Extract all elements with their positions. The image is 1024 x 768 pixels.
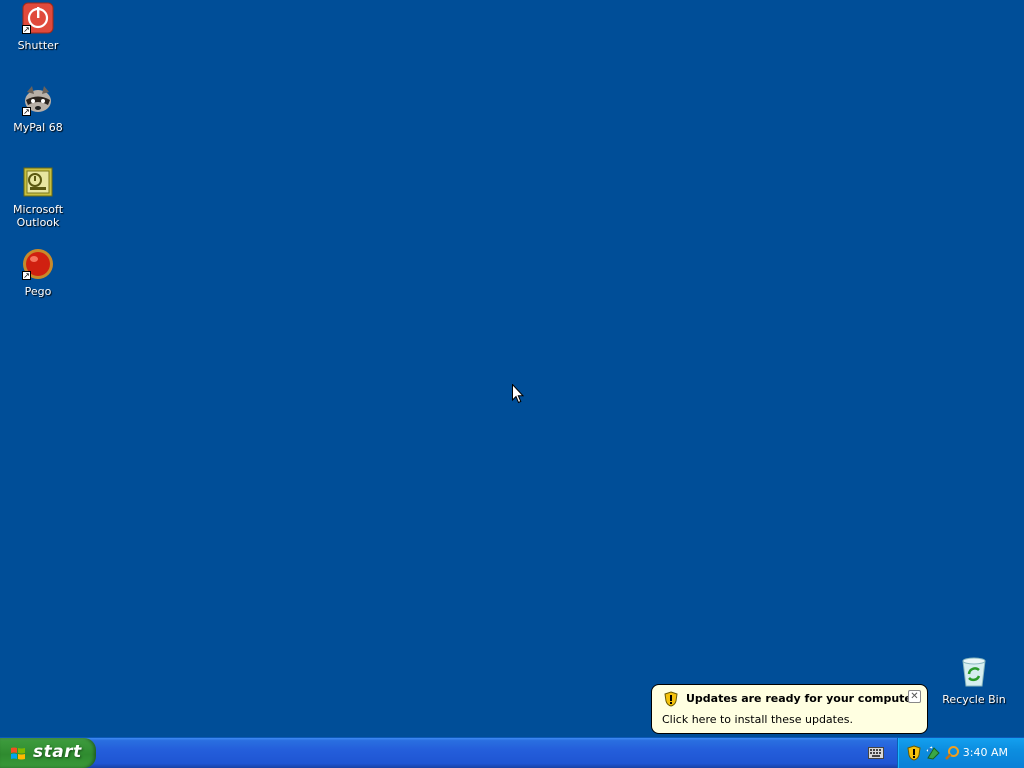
power-icon: ↗ (22, 2, 54, 34)
system-tray: 3:40 AM (897, 738, 1024, 768)
close-icon[interactable]: ✕ (908, 690, 921, 703)
desktop-icon-label: Microsoft Outlook (12, 203, 64, 229)
desktop-icon-label: Pego (24, 285, 52, 298)
mouse-pointer-icon (512, 383, 525, 404)
outlook-icon (22, 166, 54, 198)
network-icon[interactable] (925, 745, 941, 761)
balloon-message[interactable]: Click here to install these updates. (662, 713, 853, 726)
clock[interactable]: 3:40 AM (963, 746, 1008, 759)
desktop-icon-pego[interactable]: ↗ Pego (0, 248, 76, 298)
security-shield-icon (663, 691, 679, 707)
desktop-icon-mypal[interactable]: ↗ MyPal 68 (0, 84, 76, 134)
search-icon[interactable] (944, 745, 960, 761)
windows-logo-icon (11, 747, 25, 760)
desktop-icon-label: Recycle Bin (942, 693, 1006, 706)
desktop-icon-shutter[interactable]: ↗ Shutter (0, 2, 76, 52)
red-ball-icon: ↗ (22, 248, 54, 280)
shortcut-arrow-icon: ↗ (22, 107, 31, 116)
start-label: start (33, 742, 82, 762)
notification-balloon[interactable]: Updates are ready for your computer Clic… (651, 684, 928, 734)
keyboard-icon[interactable] (868, 747, 884, 759)
recycle-bin-icon (958, 656, 990, 688)
desktop-icon-recycle-bin[interactable]: Recycle Bin (936, 656, 1012, 706)
desktop-icon-outlook[interactable]: Microsoft Outlook (0, 166, 76, 229)
shortcut-arrow-icon: ↗ (22, 271, 31, 280)
start-button[interactable]: start (0, 738, 96, 768)
raccoon-icon: ↗ (22, 84, 54, 116)
taskbar: start 3:40 AM (0, 737, 1024, 768)
shortcut-arrow-icon: ↗ (22, 25, 31, 34)
desktop[interactable]: ↗ Shutter ↗ MyPal 68 Microsoft Outlook ↗… (0, 0, 1024, 738)
windows-update-shield-icon[interactable] (906, 745, 922, 761)
desktop-icon-label: Shutter (17, 39, 59, 52)
balloon-title: Updates are ready for your computer (686, 692, 918, 705)
desktop-icon-label: MyPal 68 (13, 121, 63, 134)
